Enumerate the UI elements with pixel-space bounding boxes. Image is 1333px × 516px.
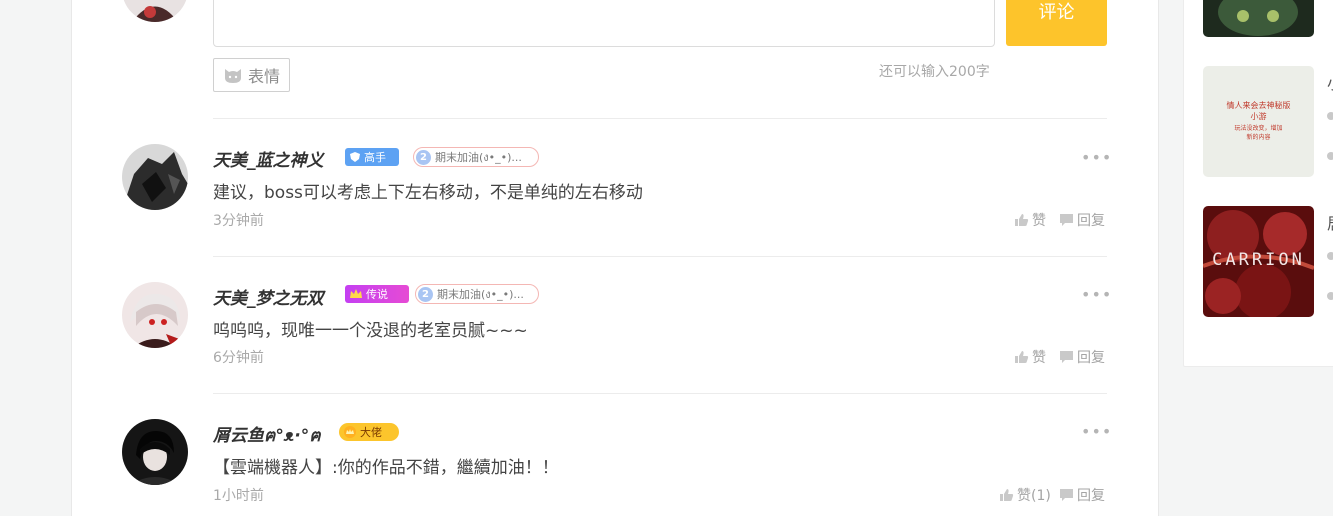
thumbnail-text: 小游 (1250, 112, 1267, 121)
more-options-icon[interactable]: ••• (1081, 285, 1112, 304)
medal-label: 期末加油(ง•_•)... (435, 151, 522, 164)
avatar[interactable] (122, 282, 188, 348)
comment-input[interactable] (213, 0, 995, 47)
game-thumbnail[interactable]: CARRION (1203, 206, 1314, 317)
thumbs-up-icon (1015, 214, 1029, 226)
reply-button[interactable]: 回复 (1059, 210, 1105, 230)
more-options-icon[interactable]: ••• (1081, 422, 1112, 441)
comment-text: 【雲端機器人】:你的作品不錯，繼續加油！！ (213, 458, 559, 478)
chat-bubble-icon (1060, 351, 1073, 363)
thumbnail-text: 玩法没改变，增加 (1234, 125, 1283, 132)
thumbnail-title: CARRION (1212, 250, 1305, 270)
avatar[interactable] (122, 419, 188, 485)
cat-face-icon (224, 69, 241, 83)
avatar[interactable] (122, 144, 188, 210)
dot-icon (1327, 252, 1333, 260)
divider (213, 393, 1107, 394)
reply-button[interactable]: 回复 (1059, 485, 1105, 505)
crown-icon (350, 289, 362, 298)
comment-time: 3分钟前 (213, 213, 264, 229)
game-title-peek[interactable]: 小 (1327, 70, 1333, 94)
emoji-label: 表情 (247, 67, 280, 86)
thumbnail-text: 新的内容 (1246, 134, 1271, 141)
divider (213, 118, 1107, 119)
medal-number: 2 (416, 149, 431, 165)
game-title-peek[interactable]: 居 (1327, 210, 1333, 234)
like-label: 赞(1) (1017, 488, 1051, 504)
dot-icon (1327, 292, 1333, 300)
username[interactable]: 屑云鱼ฅ°ᴥ·°ฅ (213, 421, 321, 449)
level-badge: 大佬 (339, 423, 399, 441)
dot-icon (1327, 152, 1333, 160)
reply-button[interactable]: 回复 (1059, 347, 1105, 367)
reply-label: 回复 (1077, 213, 1105, 229)
shield-icon (350, 152, 360, 162)
comment-text: 呜呜呜，现唯一一个没退的老室员腻~~~ (213, 321, 528, 341)
thumbnail-text: 情人来会去神秘版 (1226, 101, 1291, 110)
like-label: 赞 (1032, 350, 1046, 366)
submit-comment-button[interactable]: 评论 (1006, 0, 1107, 46)
username[interactable]: 天美_梦之无双 (213, 284, 324, 309)
like-button[interactable]: 赞 (1014, 210, 1046, 230)
medal-number: 2 (418, 286, 433, 302)
dot-icon (1327, 112, 1333, 120)
thumbs-up-icon (1015, 351, 1029, 363)
comment-text: 建议，boss可以考虑上下左右移动，不是单纯的左右移动 (213, 183, 643, 203)
badge-label: 高手 (364, 151, 386, 164)
crown-icon (344, 426, 356, 438)
reply-label: 回复 (1077, 488, 1105, 504)
more-options-icon[interactable]: ••• (1081, 148, 1112, 167)
emoji-button[interactable]: 表情 (213, 58, 290, 92)
reply-label: 回复 (1077, 350, 1105, 366)
username[interactable]: 天美_蓝之神义 (213, 146, 324, 171)
level-badge: 高手 (345, 148, 399, 166)
game-thumbnail[interactable]: 情人来会去神秘版 小游 玩法没改变，增加 新的内容 (1203, 66, 1314, 177)
badge-label: 大佬 (360, 426, 382, 439)
medal-label: 期末加油(ง•_•)... (437, 288, 524, 301)
divider (213, 256, 1107, 257)
chat-bubble-icon (1060, 214, 1073, 226)
comment-time: 1小时前 (213, 488, 264, 504)
like-button[interactable]: 赞(1) (999, 485, 1051, 505)
comment-time: 6分钟前 (213, 350, 264, 366)
medal-badge[interactable]: 2 期末加油(ง•_•)... (413, 147, 539, 167)
chat-bubble-icon (1060, 489, 1073, 501)
char-count: 还可以输入200字 (879, 64, 990, 80)
like-label: 赞 (1032, 213, 1046, 229)
thumbs-up-icon (1000, 489, 1014, 501)
badge-label: 传说 (366, 288, 388, 301)
medal-badge[interactable]: 2 期末加油(ง•_•)... (415, 284, 539, 304)
game-thumbnail[interactable] (1203, 0, 1314, 37)
level-badge: 传说 (345, 285, 409, 303)
like-button[interactable]: 赞 (1014, 347, 1046, 367)
